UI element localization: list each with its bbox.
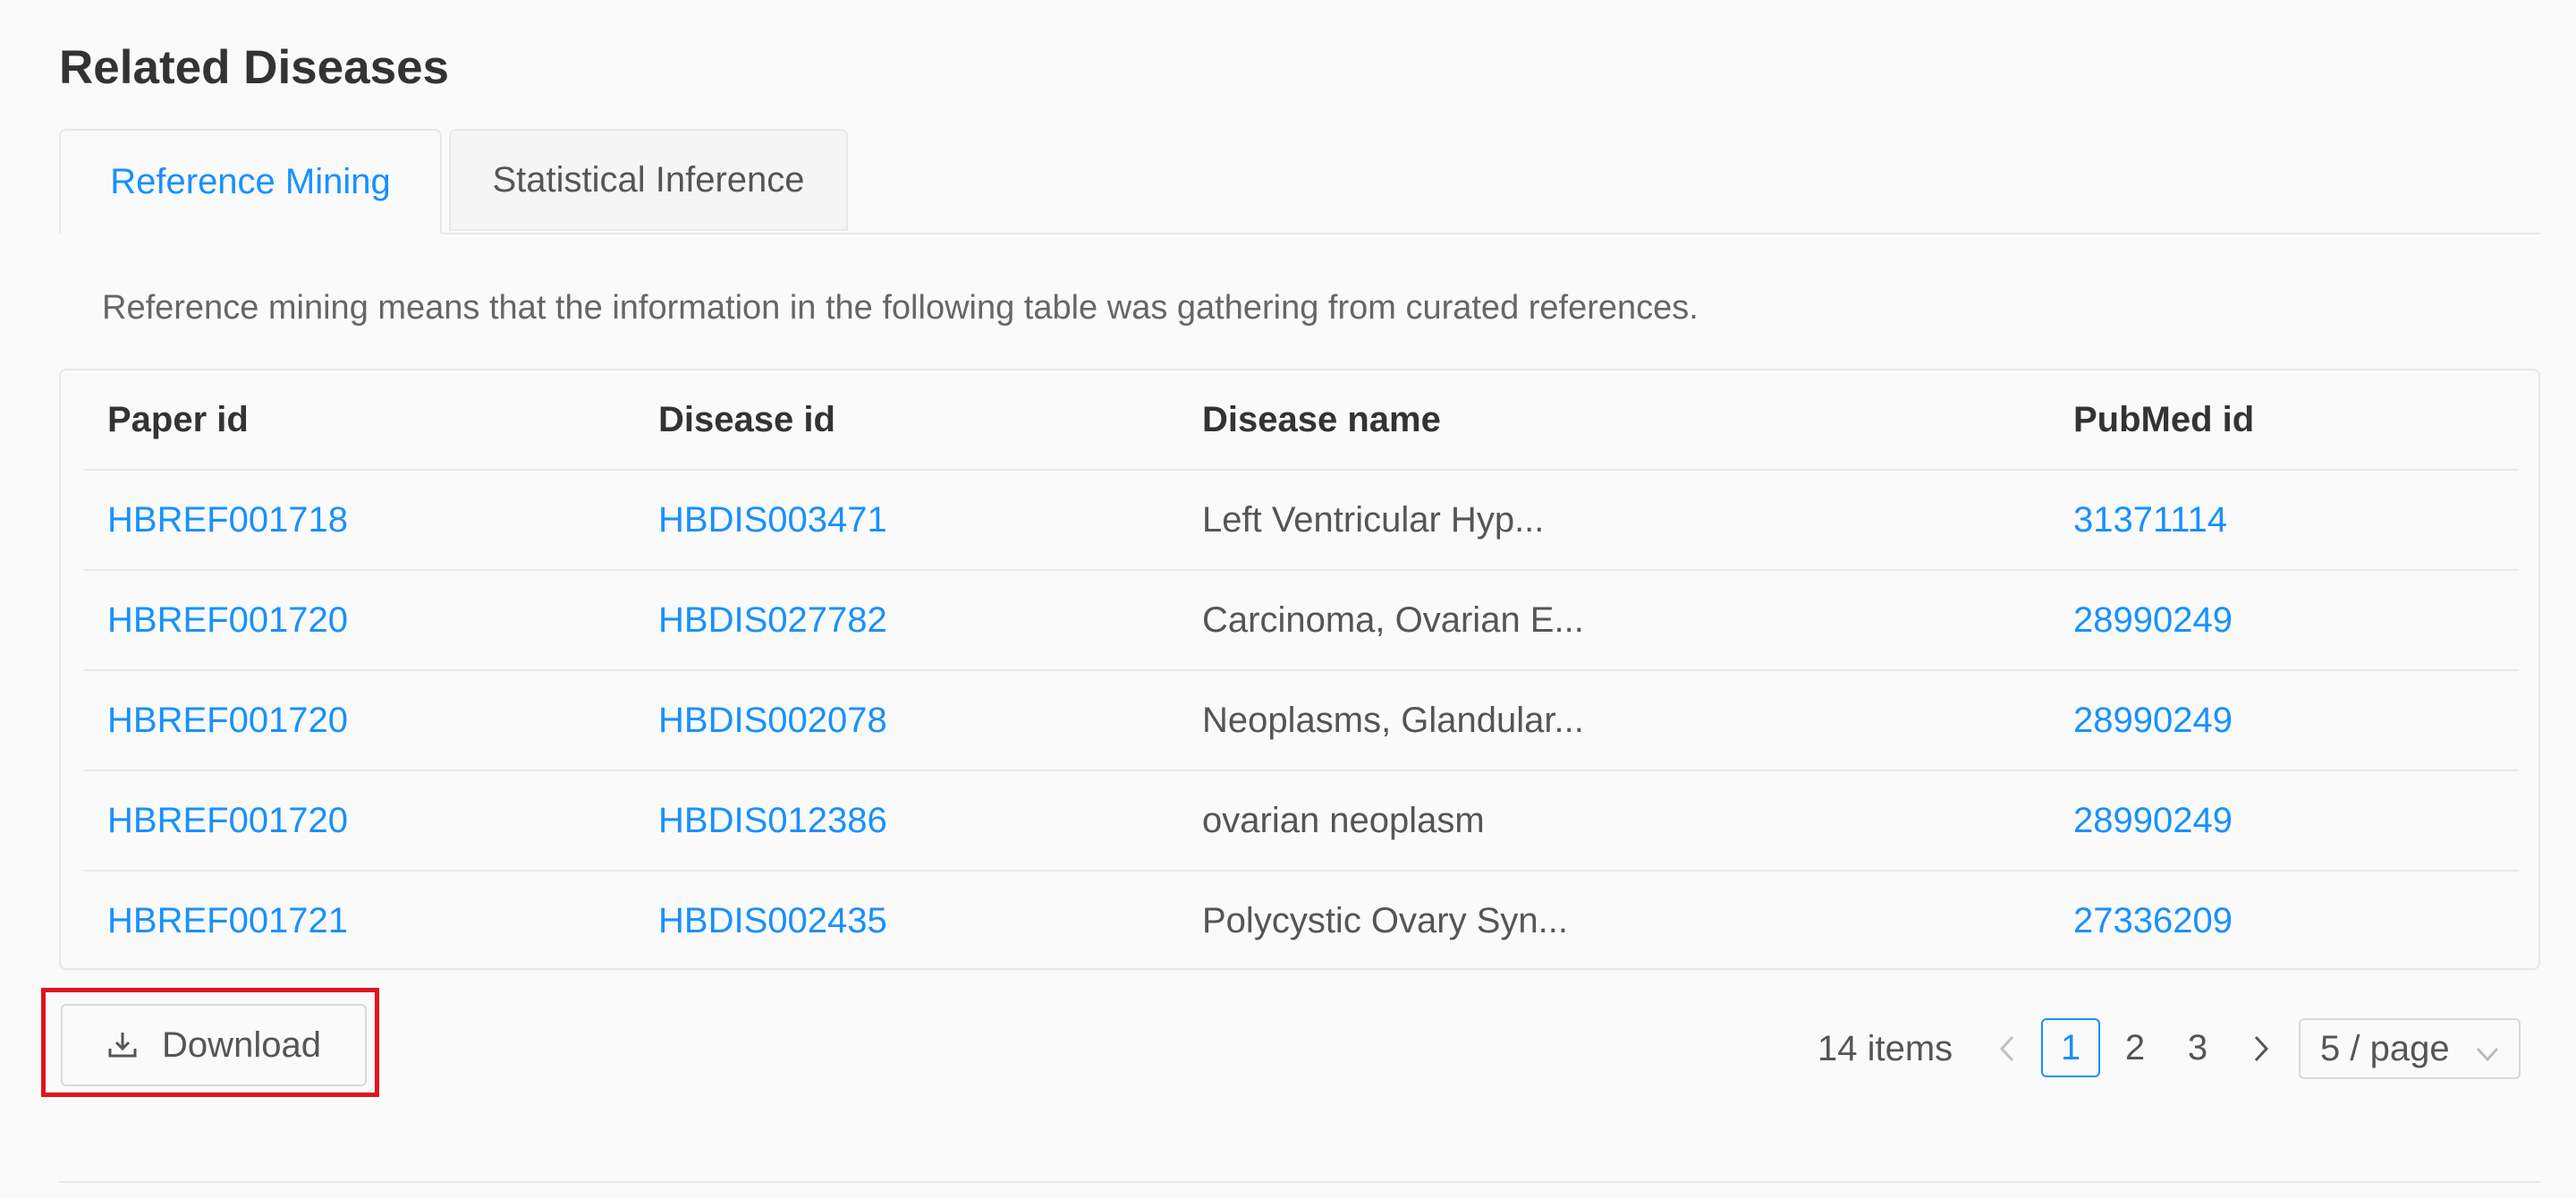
page-size-select[interactable]: 5 / page (2299, 1018, 2521, 1079)
paper-id-link[interactable]: HBREF001720 (107, 671, 348, 770)
pagination-total: 14 items (1818, 1028, 1953, 1068)
paper-id-link[interactable]: HBREF001718 (107, 471, 348, 569)
paper-id-link[interactable]: HBREF001720 (107, 571, 348, 669)
pagination-page-2[interactable]: 2 (2106, 1018, 2165, 1077)
paper-id-link[interactable]: HBREF001720 (107, 771, 348, 870)
disease-id-link[interactable]: HBDIS012386 (658, 771, 887, 870)
pubmed-id-link[interactable]: 28990249 (2073, 671, 2233, 770)
disease-id-link[interactable]: HBDIS003471 (658, 471, 887, 569)
disease-id-link[interactable]: HBDIS027782 (658, 571, 887, 669)
table-header-row: Paper id Disease id Disease name PubMed … (84, 370, 2519, 471)
pubmed-id-link[interactable]: 28990249 (2073, 771, 2233, 870)
section-title: Related Diseases (59, 41, 450, 94)
pagination-page-3[interactable]: 3 (2168, 1018, 2227, 1077)
paper-id-link[interactable]: HBREF001721 (107, 872, 348, 970)
related-diseases-table: Paper id Disease id Disease name PubMed … (59, 369, 2540, 970)
pubmed-id-link[interactable]: 28990249 (2073, 571, 2233, 669)
disease-name: Neoplasms, Glandular... (1202, 700, 1584, 740)
tab-statistical-inference[interactable]: Statistical Inference (449, 129, 848, 231)
table-row: HBREF001720 HBDIS002078 Neoplasms, Gland… (84, 671, 2519, 771)
chevron-left-icon[interactable] (1989, 1020, 2025, 1077)
column-header-pubmed-id: PubMed id (2073, 399, 2255, 439)
page-size-value: 5 / page (2320, 1028, 2450, 1068)
table-row: HBREF001718 HBDIS003471 Left Ventricular… (84, 471, 2519, 571)
download-icon (106, 1029, 139, 1061)
download-button-label: Download (162, 1025, 321, 1065)
table-row: HBREF001721 HBDIS002435 Polycystic Ovary… (84, 872, 2519, 972)
pagination-page-1[interactable]: 1 (2041, 1018, 2100, 1077)
download-button[interactable]: Download (61, 1004, 367, 1086)
pubmed-id-link[interactable]: 27336209 (2073, 872, 2233, 970)
related-diseases-panel: Related Diseases Reference Mining Statis… (0, 0, 2576, 1199)
tab-description: Reference mining means that the informat… (102, 289, 1699, 327)
table-row: HBREF001720 HBDIS027782 Carcinoma, Ovari… (84, 571, 2519, 671)
chevron-right-icon[interactable] (2243, 1020, 2279, 1077)
disease-id-link[interactable]: HBDIS002435 (658, 872, 887, 970)
disease-name: Carcinoma, Ovarian E... (1202, 600, 1584, 640)
tab-bar: Reference Mining Statistical Inference (59, 129, 2540, 234)
chevron-down-icon (2474, 1036, 2501, 1076)
disease-name: ovarian neoplasm (1202, 800, 1485, 840)
disease-name: Left Ventricular Hyp... (1202, 499, 1545, 540)
disease-name: Polycystic Ovary Syn... (1202, 900, 1568, 940)
column-header-disease-name: Disease name (1202, 399, 1441, 439)
pubmed-id-link[interactable]: 31371114 (2073, 471, 2227, 569)
column-header-paper-id: Paper id (107, 399, 249, 439)
column-header-disease-id: Disease id (658, 399, 835, 439)
bottom-divider (59, 1181, 2540, 1183)
tab-reference-mining[interactable]: Reference Mining (59, 129, 442, 234)
table-row: HBREF001720 HBDIS012386 ovarian neoplasm… (84, 771, 2519, 872)
disease-id-link[interactable]: HBDIS002078 (658, 671, 887, 770)
